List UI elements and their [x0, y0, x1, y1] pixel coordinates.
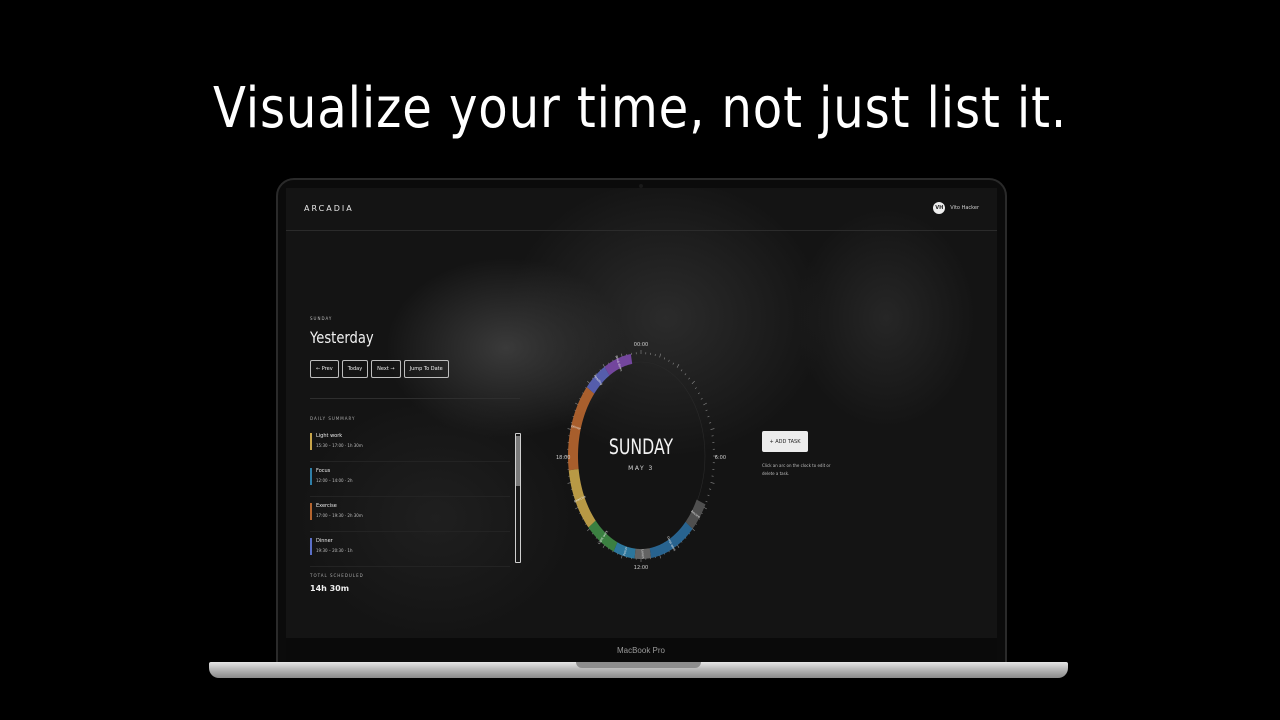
clock-tick: [684, 373, 687, 376]
prev-button[interactable]: ← Prev: [310, 360, 339, 378]
app-screen: ARCADIA VH Vito Hacker SUNDAY Yesterday …: [286, 188, 997, 638]
clock-label-right: 6:00: [715, 455, 726, 461]
daily-summary-title: DAILY SUMMARY: [310, 416, 356, 421]
day-clock[interactable]: Wind downReadingDinnerExerciseLight work…: [556, 336, 726, 576]
clock-label-left: 18:00: [556, 455, 570, 461]
summary-item[interactable]: Light work 15:30 – 17:00 · 1h 30m: [310, 428, 510, 462]
clock-tick: [707, 494, 710, 497]
summary-color-bar: [310, 538, 312, 555]
total-scheduled-label: TOTAL SCHEDULED: [310, 573, 364, 578]
today-button[interactable]: Today: [341, 360, 369, 378]
brand-logo[interactable]: ARCADIA: [304, 204, 354, 213]
clock-tick: [709, 422, 712, 424]
clock-weekday: SUNDAY: [609, 436, 674, 460]
user-menu[interactable]: VH Vito Hacker: [933, 202, 979, 214]
summary-item-time: 17:00 – 19:30 · 2h 30m: [316, 513, 363, 518]
summary-color-bar: [310, 468, 312, 485]
divider: [310, 398, 520, 399]
page-title: Yesterday: [310, 328, 374, 347]
clock-tick: [705, 409, 708, 412]
headline: Visualize your time, not just list it.: [212, 76, 1068, 141]
summary-item-name: Light work: [316, 433, 343, 439]
clock-date: MAY 3: [628, 465, 654, 472]
clock-tick: [659, 353, 661, 358]
clock-tick: [668, 359, 670, 362]
summary-color-bar: [310, 433, 312, 450]
laptop-notch: [576, 662, 701, 668]
total-scheduled-value: 14h 30m: [310, 584, 350, 593]
user-name[interactable]: Vito Hacker: [950, 205, 979, 211]
clock-segment-label: Lunch: [641, 549, 645, 558]
clock-tick: [710, 428, 715, 430]
clock-tick: [697, 392, 700, 395]
clock-tick: [709, 488, 712, 490]
summary-item-time: 15:30 – 17:00 · 1h 30m: [316, 443, 363, 448]
clock-tick: [676, 364, 680, 368]
clock-tick: [694, 387, 697, 389]
summary-item-name: Focus: [316, 468, 331, 474]
clock-tick: [663, 357, 666, 360]
jump-to-date-button[interactable]: Jump To Date: [403, 360, 449, 378]
summary-item-name: Exercise: [316, 503, 337, 509]
clock-tick: [688, 377, 691, 380]
summary-item-time: 19:30 – 20:30 · 1h: [316, 548, 353, 553]
summary-item-name: Dinner: [316, 538, 333, 544]
summary-item[interactable]: Focus 12:00 – 14:00 · 2h: [310, 463, 510, 497]
clock-tick: [691, 380, 695, 385]
summary-item-time: 12:00 – 14:00 · 2h: [316, 478, 353, 483]
weekday-label: SUNDAY: [310, 316, 333, 321]
add-task-button[interactable]: + ADD TASK: [762, 431, 808, 452]
clock-label-top: 00:00: [634, 342, 648, 348]
daily-summary-list: Light work 15:30 – 17:00 · 1h 30m Focus …: [310, 428, 510, 568]
clock-hint-text: Click an arc on the clock to edit or del…: [762, 463, 831, 476]
clock-tick: [700, 397, 703, 400]
next-button[interactable]: Next →: [371, 360, 401, 378]
device-label: MacBook Pro: [616, 646, 666, 655]
clock-tick: [703, 402, 707, 406]
clock-tick: [710, 482, 715, 484]
clock-segment[interactable]: [568, 387, 595, 471]
clock-label-bottom: 12:00: [634, 565, 648, 571]
summary-item[interactable]: Dinner 19:30 – 20:30 · 1h: [310, 533, 510, 567]
clock-tick: [672, 362, 674, 365]
app-header: ARCADIA VH Vito Hacker: [286, 188, 997, 231]
clock-tick: [680, 369, 683, 372]
scroll-thumb[interactable]: [516, 436, 520, 486]
clock-tick: [705, 500, 708, 503]
summary-color-bar: [310, 503, 312, 520]
avatar[interactable]: VH: [933, 202, 946, 214]
summary-item[interactable]: Exercise 17:00 – 19:30 · 2h 30m: [310, 498, 510, 532]
summary-scrollbar[interactable]: [515, 433, 521, 563]
day-navigation: ← Prev Today Next → Jump To Date: [310, 360, 449, 378]
clock-tick: [707, 415, 710, 418]
